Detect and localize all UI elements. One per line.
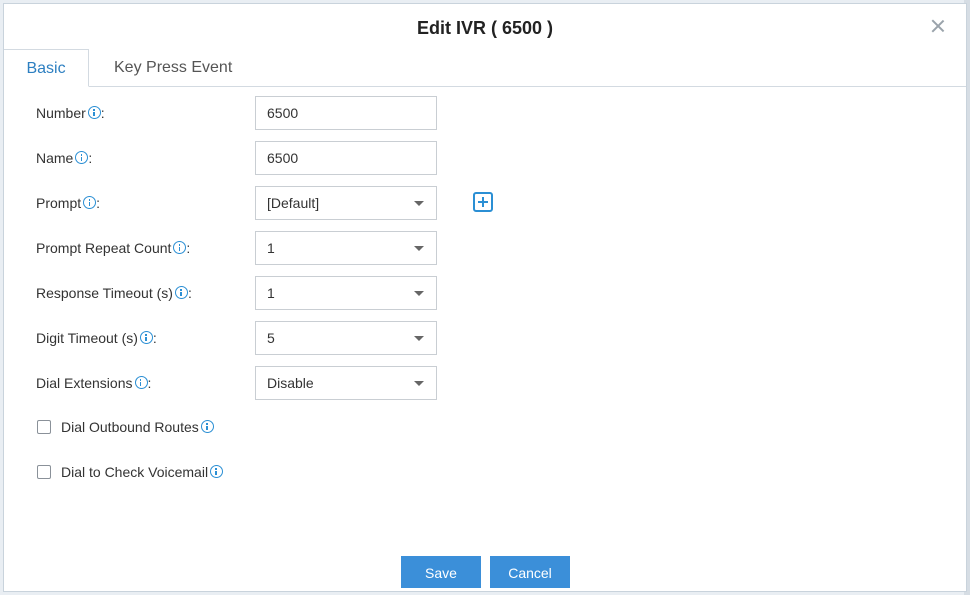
- tab-key-press-event[interactable]: Key Press Event: [114, 49, 232, 86]
- response-timeout-value: 1: [267, 285, 275, 301]
- chevron-down-icon: [414, 246, 424, 251]
- tab-bar: Basic Key Press Event: [4, 49, 966, 87]
- prompt-select[interactable]: [Default]: [255, 186, 437, 220]
- response-timeout-select[interactable]: 1: [255, 276, 437, 310]
- tab-basic[interactable]: Basic: [4, 49, 89, 87]
- name-input[interactable]: [255, 141, 437, 175]
- response-timeout-label: Response Timeout (s):: [36, 285, 192, 301]
- info-icon[interactable]: [174, 286, 188, 299]
- add-prompt-icon[interactable]: [473, 192, 493, 212]
- cancel-button[interactable]: Cancel: [490, 556, 570, 588]
- digit-timeout-select[interactable]: 5: [255, 321, 437, 355]
- chevron-down-icon: [414, 381, 424, 386]
- chevron-down-icon: [414, 201, 424, 206]
- save-button[interactable]: Save: [401, 556, 481, 588]
- number-input[interactable]: [255, 96, 437, 130]
- info-icon[interactable]: [87, 106, 101, 119]
- prompt-repeat-count-select[interactable]: 1: [255, 231, 437, 265]
- dialog-header: Edit IVR ( 6500 ): [4, 4, 966, 49]
- prompt-select-value: [Default]: [267, 195, 320, 211]
- info-icon[interactable]: [83, 196, 97, 209]
- info-icon[interactable]: [134, 376, 148, 389]
- info-icon[interactable]: [200, 420, 214, 433]
- chevron-down-icon: [414, 291, 424, 296]
- chevron-down-icon: [414, 336, 424, 341]
- edit-ivr-dialog: Edit IVR ( 6500 ) Basic Key Press Event …: [3, 3, 967, 592]
- info-icon[interactable]: [139, 331, 153, 344]
- name-label: Name:: [36, 150, 93, 166]
- info-icon[interactable]: [75, 151, 89, 164]
- dial-extensions-select[interactable]: Disable: [255, 366, 437, 400]
- info-icon[interactable]: [210, 465, 224, 478]
- prompt-repeat-count-label: Prompt Repeat Count:: [36, 240, 191, 256]
- close-icon[interactable]: [930, 18, 946, 34]
- dial-check-voicemail-checkbox[interactable]: [37, 465, 51, 479]
- number-label: Number:: [36, 105, 105, 121]
- info-icon[interactable]: [173, 241, 187, 254]
- dialog-title: Edit IVR ( 6500 ): [416, 18, 554, 38]
- digit-timeout-value: 5: [267, 330, 275, 346]
- dial-check-voicemail-label: Dial to Check Voicemail: [61, 464, 224, 480]
- dial-extensions-value: Disable: [267, 375, 314, 391]
- prompt-repeat-count-value: 1: [267, 240, 275, 256]
- dial-outbound-routes-label: Dial Outbound Routes: [61, 419, 214, 435]
- digit-timeout-label: Digit Timeout (s):: [36, 330, 157, 346]
- prompt-label: Prompt:: [36, 195, 101, 211]
- dial-outbound-routes-checkbox[interactable]: [37, 420, 51, 434]
- dial-extensions-label: Dial Extensions:: [36, 375, 152, 391]
